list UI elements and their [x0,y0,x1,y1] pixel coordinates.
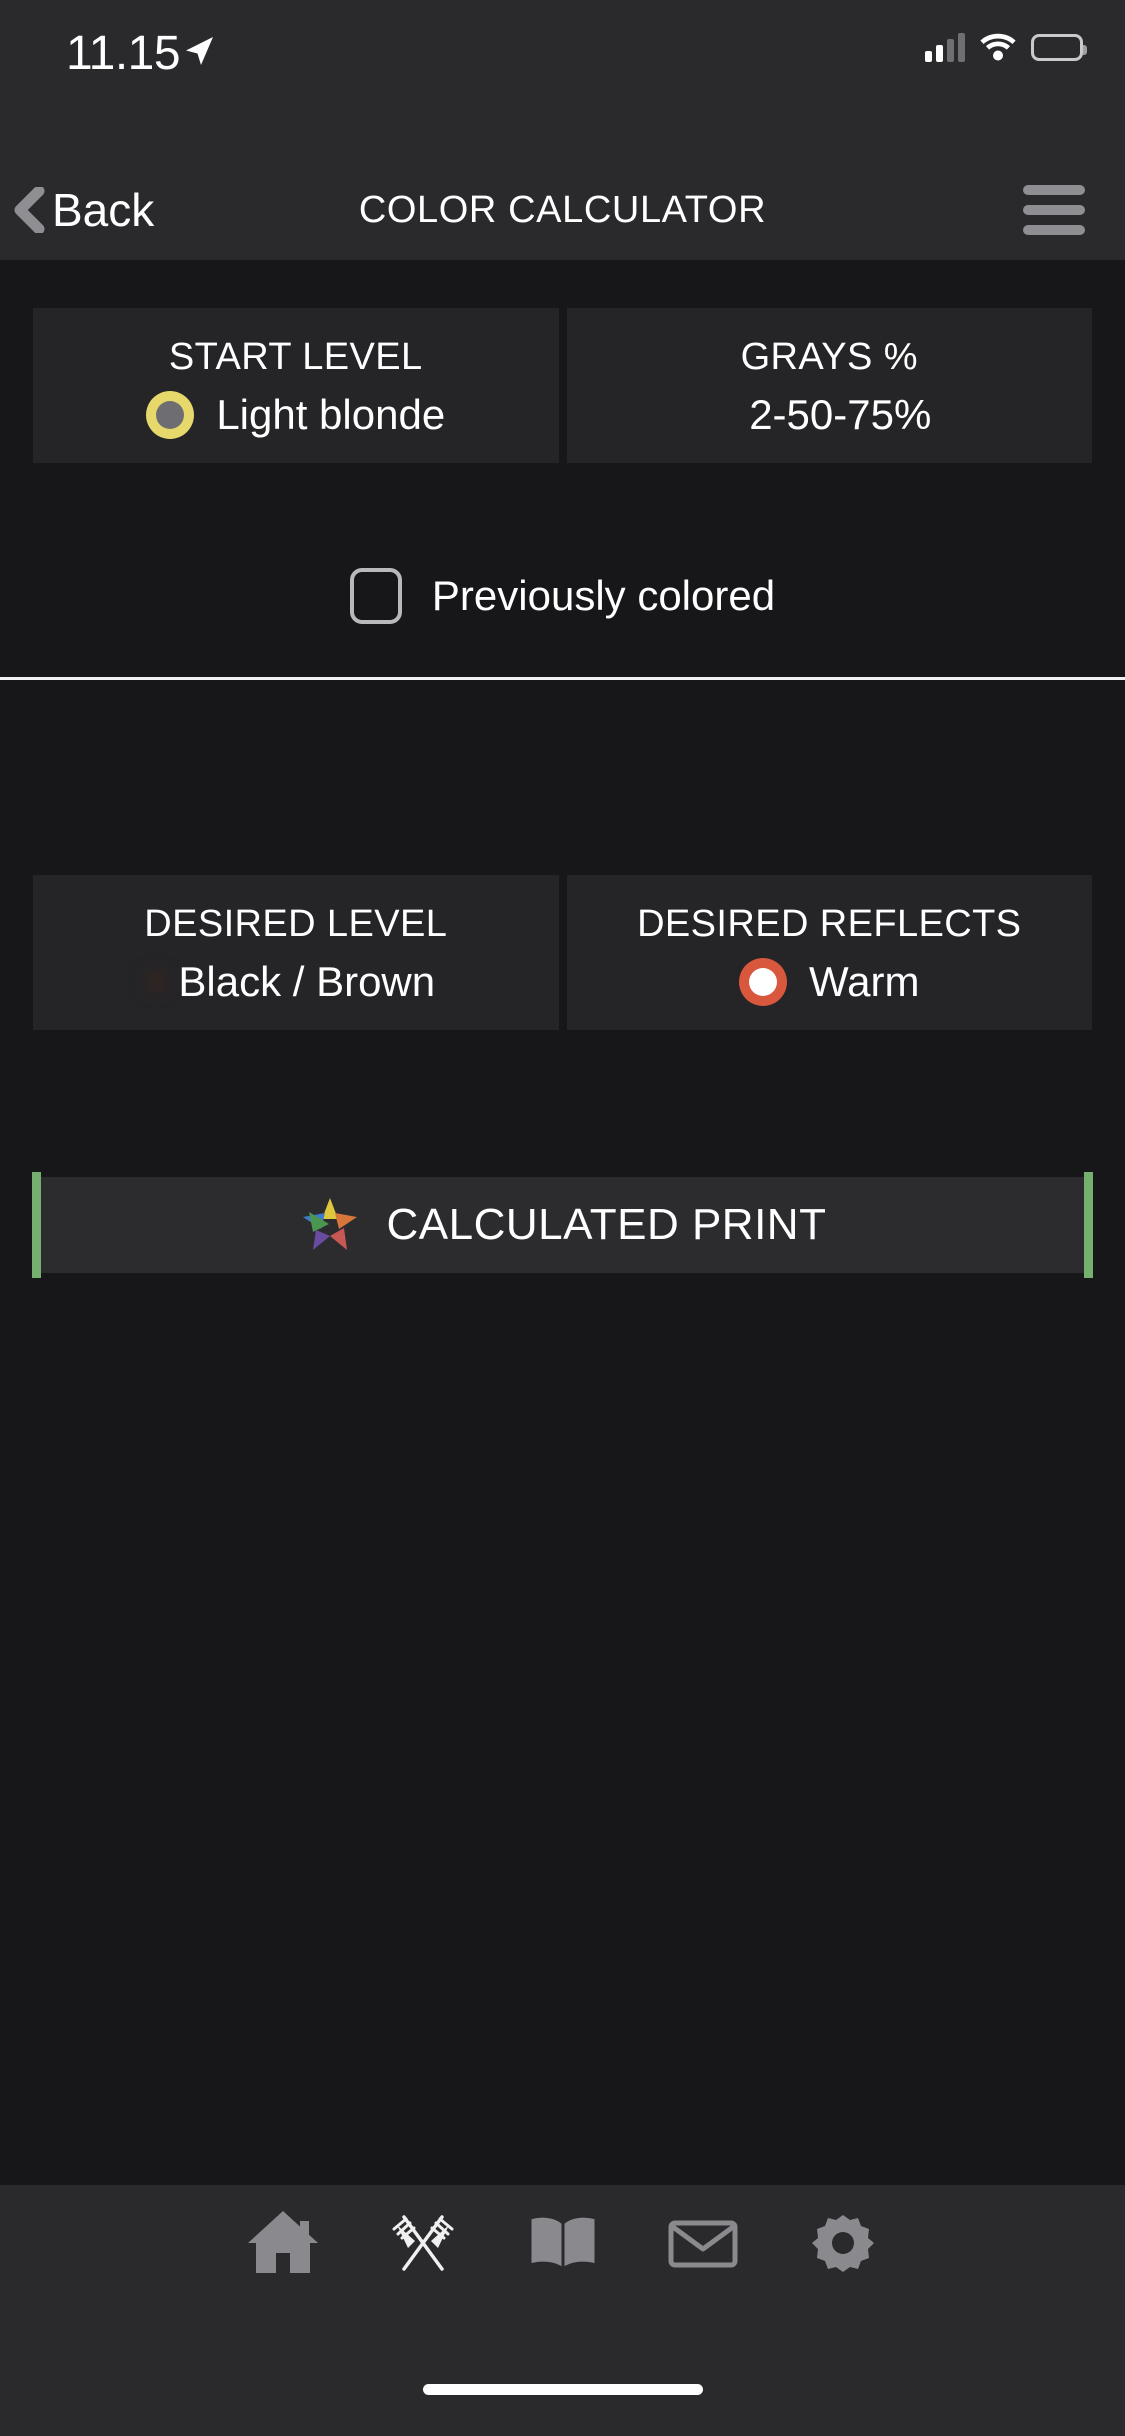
calculated-print-label: CALCULATED PRINT [386,1200,827,1249]
start-level-value-row: Light blonde [146,391,445,439]
start-level-card[interactable]: START LEVEL Light blonde [33,308,559,463]
home-icon [244,2207,322,2277]
desired-level-value: Black / Brown [178,958,436,1005]
tab-book[interactable] [493,2207,633,2277]
book-icon [524,2207,602,2277]
grays-percent-title: GRAYS % [740,336,918,378]
previously-colored-row[interactable]: Previously colored [0,568,1125,624]
desired-reflects-card[interactable]: DESIRED REFLECTS Warm [566,875,1092,1030]
start-section-cards: START LEVEL Light blonde GRAYS % 2-50-75… [33,308,1092,463]
desired-level-card[interactable]: DESIRED LEVEL Black / Brown [33,875,559,1030]
envelope-icon [664,2207,742,2277]
grays-percent-value: 2-50-75% [749,391,932,438]
tab-bar [0,2185,1125,2370]
tab-combs[interactable] [353,2207,493,2277]
desired-section-cards: DESIRED LEVEL Black / Brown DESIRED REFL… [33,875,1092,1030]
previously-colored-label: Previously colored [431,572,776,619]
wifi-icon [979,32,1017,62]
crossed-combs-icon [384,2207,462,2277]
grays-percent-value-row: 2-50-75% [727,391,931,439]
page-title: COLOR CALCULATOR [358,188,767,231]
desired-level-title: DESIRED LEVEL [144,903,448,945]
desired-level-value-row: Black / Brown [156,958,435,1006]
tab-mail[interactable] [633,2207,773,2277]
battery-icon [1031,33,1087,61]
home-indicator[interactable] [422,2384,703,2395]
start-level-title: START LEVEL [168,336,423,378]
calculated-print-button[interactable]: CALCULATED PRINT [32,1172,1093,1278]
tab-home[interactable] [213,2207,353,2277]
app-screen: 11.15 Back COLOR CALCULATOR START LEVEL … [0,0,1125,2436]
desired-reflects-title: DESIRED REFLECTS [637,903,1022,945]
desired-reflects-value-row: Warm [739,958,919,1006]
start-level-value: Light blonde [216,391,446,438]
desired-reflects-value: Warm [809,958,920,1005]
home-indicator-area [0,2370,1125,2436]
color-star-icon [299,1194,361,1256]
hamburger-menu-icon[interactable] [1023,160,1093,260]
desired-reflects-swatch-icon [739,958,788,1006]
grays-percent-card[interactable]: GRAYS % 2-50-75% [566,308,1092,463]
previously-colored-checkbox[interactable] [349,568,402,624]
status-bar: 11.15 [0,0,1125,160]
gear-icon [804,2207,882,2277]
cellular-signal-icon [925,32,965,62]
status-bar-indicators [925,32,1087,62]
start-level-swatch-icon [146,391,195,439]
status-bar-time: 11.15 [66,27,181,80]
tab-settings[interactable] [773,2207,913,2277]
section-divider [0,677,1125,680]
navigation-bar: Back COLOR CALCULATOR [0,160,1125,260]
main-content: START LEVEL Light blonde GRAYS % 2-50-75… [0,260,1125,2185]
location-arrow-icon [182,34,216,68]
